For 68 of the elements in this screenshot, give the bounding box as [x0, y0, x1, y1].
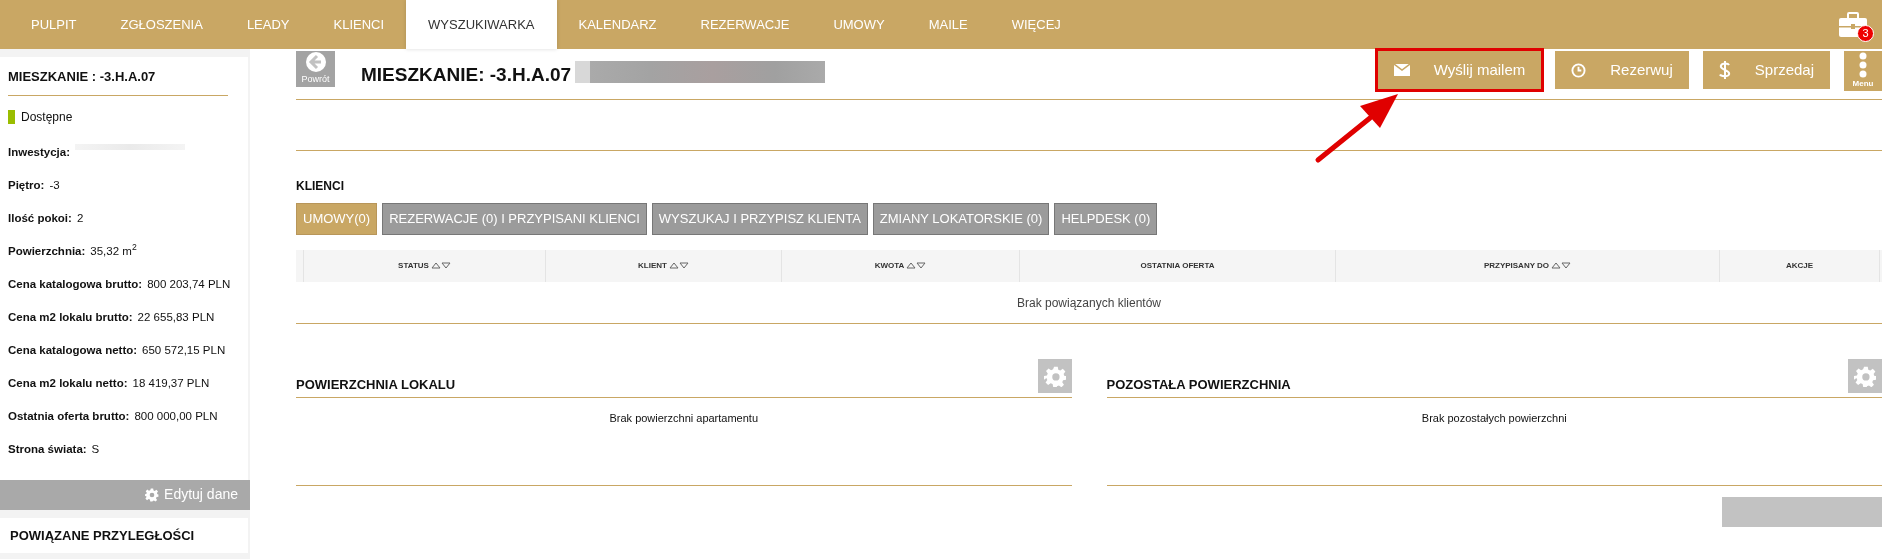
gear-icon: [1854, 364, 1876, 387]
dollar-icon: [1718, 60, 1731, 80]
tab[interactable]: REZERWACJE (0) I PRZYPISANI KLIENCI: [382, 203, 647, 235]
field-value: 22 655,83 PLN: [137, 309, 215, 325]
sort-icon[interactable]: [1551, 262, 1572, 269]
field-value: 35,32 m$^{2}$: [90, 242, 137, 259]
action-button[interactable]: Sprzedaj: [1702, 51, 1830, 89]
field-label: Inwestycja:: [8, 144, 70, 160]
field-value: S: [91, 441, 100, 457]
nav-tab[interactable]: REZERWACJE: [678, 0, 812, 49]
sort-icon[interactable]: [906, 262, 927, 269]
empty-message: Brak powiązanych klientów: [1016, 295, 1162, 310]
field-label: Cena katalogowa netto:: [8, 342, 138, 358]
section-title: POWIERZCHNIA LOKALU: [296, 376, 456, 394]
section-title: POWIĄZANE PRZYLEGŁOŚCI: [0, 517, 248, 553]
field-value: 800 203,74 PLN: [147, 276, 231, 292]
nav-tab[interactable]: KLIENCI: [311, 0, 407, 49]
field-label: Cena m2 lokalu netto:: [8, 375, 128, 391]
nav-tab[interactable]: UMOWY: [811, 0, 907, 49]
edit-data-button[interactable]: Edytuj dane: [0, 479, 250, 510]
field-value: 18 419,37 PLN: [132, 375, 210, 391]
action-button[interactable]: Wyślij mailem: [1377, 51, 1542, 89]
gear-icon: [1043, 364, 1066, 387]
field-label: Cena m2 lokalu brutto:: [8, 309, 133, 325]
more-icon: [1859, 52, 1867, 78]
section-title: KLIENCI: [296, 178, 345, 195]
column-header: OSTATNIA OFERTA: [1140, 259, 1215, 272]
field-label: Cena katalogowa brutto:: [8, 276, 143, 292]
nav-tab[interactable]: KALENDARZ: [556, 0, 679, 49]
field-label: Ilość pokoi:: [8, 210, 72, 226]
field-value: -3: [49, 177, 60, 193]
envelope-icon: [1393, 64, 1410, 76]
back-button[interactable]: Powrót: [296, 51, 335, 87]
nav-tab[interactable]: ZGŁOSZENIA: [98, 0, 225, 49]
field-label: Powierzchnia:: [8, 243, 86, 259]
field-label: Piętro:: [8, 177, 45, 193]
page-title: MIESZKANIE: -3.H.A.07: [361, 63, 572, 87]
nav-tab[interactable]: MAILE: [906, 0, 990, 49]
nav-tab[interactable]: WIĘCEJ: [989, 0, 1083, 49]
menu-button[interactable]: Menu: [1844, 51, 1882, 91]
nav-tab[interactable]: LEADY: [224, 0, 312, 49]
section-title: POZOSTAŁA POWIERZCHNIA: [1106, 376, 1291, 394]
tab[interactable]: HELPDESK (0): [1054, 203, 1158, 235]
status-label: Dostępne: [21, 108, 73, 126]
field-value: 650 572,15 PLN: [142, 342, 226, 358]
arrow-left-icon: [304, 51, 327, 74]
column-header: PRZYPISANY DO: [1483, 259, 1550, 272]
nav-tab[interactable]: WYSZUKIWARKA: [406, 0, 557, 49]
field-value: 800 000,00 PLN: [134, 408, 218, 424]
tab[interactable]: UMOWY(0): [296, 203, 378, 235]
action-button[interactable]: Rezerwuj: [1555, 51, 1689, 89]
column-header: KLIENT: [638, 259, 667, 272]
empty-message: Brak powierzchni apartamentu: [609, 411, 759, 424]
field-value: 2: [76, 210, 84, 226]
empty-message: Brak pozostałych powierzchni: [1421, 411, 1567, 424]
field-label: Strona świata:: [8, 441, 87, 457]
sort-icon[interactable]: [668, 262, 689, 269]
column-header: AKCJE: [1785, 259, 1814, 272]
sort-icon[interactable]: [430, 262, 451, 269]
column-header: STATUS: [398, 259, 429, 272]
sidebar-title: MIESZKANIE : -3.H.A.07: [8, 67, 228, 96]
gear-icon: [145, 487, 160, 502]
tab[interactable]: ZMIANY LOKATORSKIE (0): [872, 203, 1050, 235]
field-label: Ostatnia oferta brutto:: [8, 408, 130, 424]
tab[interactable]: WYSZUKAJ I PRZYPISZ KLIENTA: [651, 203, 868, 235]
nav-tab[interactable]: PULPIT: [9, 0, 99, 49]
clock-icon: [1571, 62, 1587, 78]
column-header: KWOTA: [874, 259, 905, 272]
